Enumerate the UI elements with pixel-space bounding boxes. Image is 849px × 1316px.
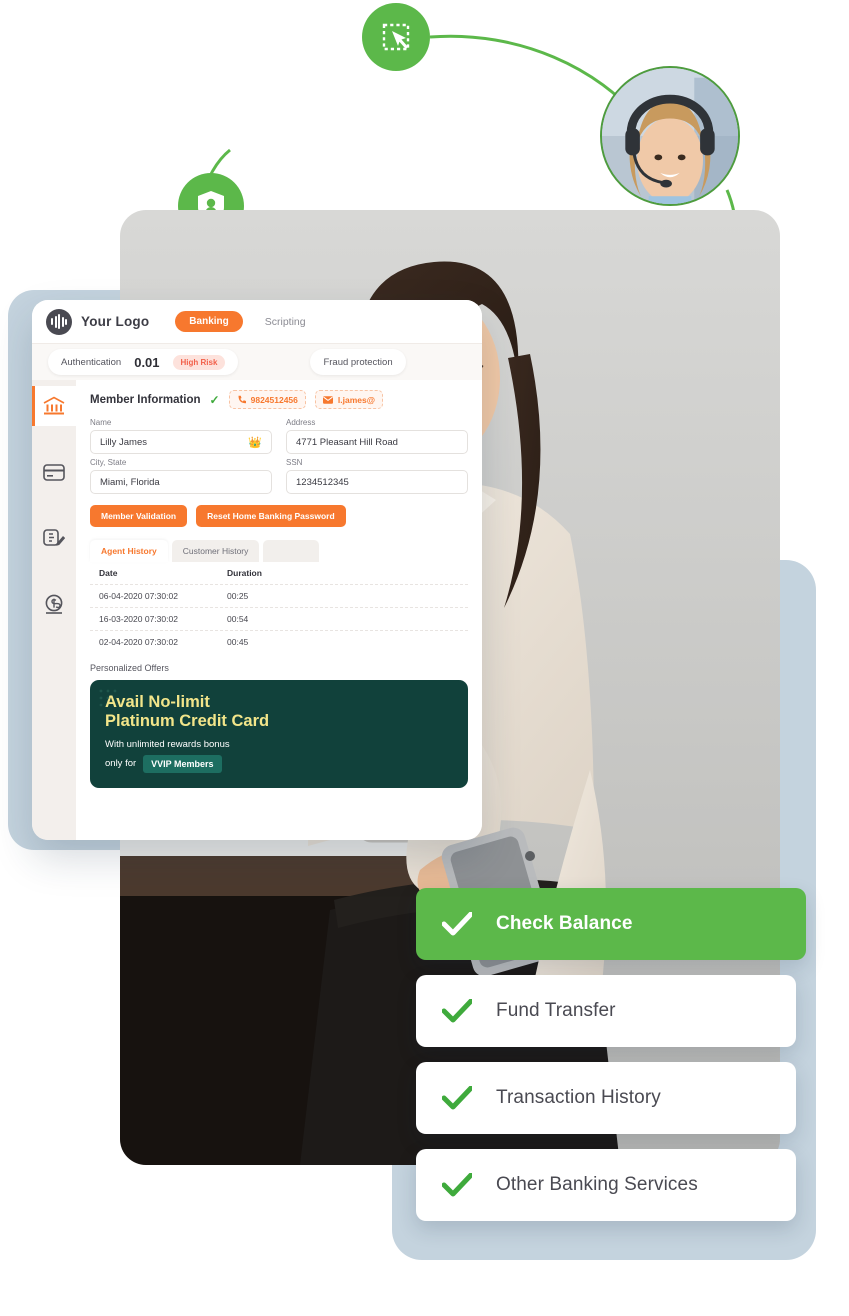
field-address-value: 4771 Pleasant Hill Road xyxy=(296,436,398,448)
service-cards: Check Balance Fund Transfer Transaction … xyxy=(416,888,806,1236)
agent-avatar-image xyxy=(602,68,738,204)
field-address-label: Address xyxy=(286,418,316,427)
service-card-label: Other Banking Services xyxy=(496,1174,698,1195)
field-ssn-label: SSN xyxy=(286,458,303,467)
member-phone-chip[interactable]: 9824512456 xyxy=(228,390,306,409)
offer-eligibility: only for VVIP Members xyxy=(105,754,453,773)
field-city-state-label: City, State xyxy=(90,458,127,467)
fraud-protection-label: Fraud protection xyxy=(323,356,393,368)
authentication-label: Authentication xyxy=(61,356,122,368)
authentication-pill: Authentication 0.01 High Risk xyxy=(48,349,239,375)
sidebar-item-payments[interactable] xyxy=(32,584,76,624)
field-city-state-value: Miami, Florida xyxy=(100,476,160,488)
status-bar: Authentication 0.01 High Risk Fraud prot… xyxy=(32,344,482,380)
field-address: Address 4771 Pleasant Hill Road xyxy=(286,418,468,454)
agent-avatar xyxy=(600,66,740,206)
ssn-input[interactable]: 1234512345 xyxy=(286,470,468,494)
sidebar-item-bank[interactable] xyxy=(32,386,76,426)
table-row: 06-04-2020 07:30:02 00:25 xyxy=(90,584,468,607)
dashboard-nav: Banking Scripting xyxy=(175,311,306,332)
logo-text: Your Logo xyxy=(81,314,150,329)
click-select-node xyxy=(362,3,430,71)
address-input[interactable]: 4771 Pleasant Hill Road xyxy=(286,430,468,454)
history-tabs: Agent History Customer History xyxy=(90,540,468,562)
invoice-edit-icon xyxy=(43,529,65,546)
service-card-fund-transfer[interactable]: Fund Transfer xyxy=(416,975,796,1047)
service-card-label: Transaction History xyxy=(496,1087,661,1108)
offer-only-for: only for xyxy=(105,758,137,770)
table-row: 02-04-2020 07:30:02 00:45 xyxy=(90,630,468,653)
service-card-check-balance[interactable]: Check Balance xyxy=(416,888,806,960)
nav-tab-banking[interactable]: Banking xyxy=(175,311,243,332)
service-card-transaction-history[interactable]: Transaction History xyxy=(416,1062,796,1134)
cell-date: 02-04-2020 07:30:02 xyxy=(99,637,178,647)
cell-duration: 00:45 xyxy=(227,637,249,647)
offer-banner[interactable]: Avail No-limit Platinum Credit Card With… xyxy=(90,680,468,788)
column-date: Date xyxy=(99,568,118,578)
table-header-row: Date Duration xyxy=(90,562,468,584)
column-duration: Duration xyxy=(227,568,262,578)
member-fields: Name Lilly James 👑 Address 4771 Pleasant… xyxy=(90,418,468,494)
reset-password-button[interactable]: Reset Home Banking Password xyxy=(196,505,346,527)
field-ssn: SSN 1234512345 xyxy=(286,458,468,494)
service-card-other-banking-services[interactable]: Other Banking Services xyxy=(416,1149,796,1221)
tab-customer-history[interactable]: Customer History xyxy=(171,540,260,562)
cell-duration: 00:25 xyxy=(227,591,249,601)
page-root: Your Logo Banking Scripting Authenticati… xyxy=(0,0,849,1316)
member-email-value: l.james@ xyxy=(337,394,376,405)
check-icon: ✓ xyxy=(209,392,220,407)
offer-subtitle: With unlimited rewards bonus xyxy=(105,738,230,750)
dashboard-body: Member Information ✓ 9824512456 l.james@… xyxy=(32,380,482,840)
cell-date: 16-03-2020 07:30:02 xyxy=(99,614,178,624)
field-city-state: City, State Miami, Florida xyxy=(90,458,272,494)
dots-decoration-icon xyxy=(99,689,117,707)
vvip-members-tag: VVIP Members xyxy=(143,754,222,773)
sidebar-item-invoice[interactable] xyxy=(32,518,76,558)
banking-dashboard-card: Your Logo Banking Scripting Authenticati… xyxy=(32,300,482,840)
check-icon xyxy=(442,912,472,936)
member-actions: Member Validation Reset Home Banking Pas… xyxy=(90,505,468,527)
offer-title-line1: Avail No-limit xyxy=(105,693,210,711)
fraud-protection-pill: Fraud protection xyxy=(310,349,406,375)
member-info-title: Member Information xyxy=(90,393,201,406)
risk-badge: High Risk xyxy=(172,354,226,370)
dashboard-header: Your Logo Banking Scripting xyxy=(32,300,482,344)
check-icon xyxy=(442,1173,472,1197)
tab-hidden[interactable] xyxy=(263,540,320,562)
service-card-label: Check Balance xyxy=(496,913,633,934)
tab-agent-history[interactable]: Agent History xyxy=(90,540,168,562)
dollar-coin-icon xyxy=(45,594,63,614)
member-phone-value: 9824512456 xyxy=(250,394,298,405)
table-row: 16-03-2020 07:30:02 00:54 xyxy=(90,607,468,630)
member-info-header: Member Information ✓ 9824512456 l.james@ xyxy=(90,390,468,409)
bank-icon xyxy=(43,396,65,415)
credit-card-icon xyxy=(43,463,65,481)
field-name: Name Lilly James 👑 xyxy=(90,418,272,454)
field-ssn-value: 1234512345 xyxy=(296,476,349,488)
history-table: Date Duration 06-04-2020 07:30:02 00:25 … xyxy=(90,562,468,653)
dashboard-content: Member Information ✓ 9824512456 l.james@… xyxy=(76,380,482,840)
check-icon xyxy=(442,999,472,1023)
city-state-input[interactable]: Miami, Florida xyxy=(90,470,272,494)
service-card-label: Fund Transfer xyxy=(496,1000,616,1021)
authentication-value: 0.01 xyxy=(134,354,160,370)
soundwave-logo-icon xyxy=(46,308,72,335)
nav-tab-scripting[interactable]: Scripting xyxy=(265,316,306,328)
member-validation-button[interactable]: Member Validation xyxy=(90,505,188,527)
field-name-label: Name xyxy=(90,418,112,427)
member-email-chip[interactable]: l.james@ xyxy=(314,390,384,409)
cell-duration: 00:54 xyxy=(227,614,249,624)
cell-date: 06-04-2020 07:30:02 xyxy=(99,591,178,601)
field-name-value: Lilly James xyxy=(100,436,147,448)
crown-icon: 👑 xyxy=(248,436,262,449)
phone-icon xyxy=(238,395,246,404)
name-input[interactable]: Lilly James 👑 xyxy=(90,430,272,454)
dashboard-sidebar xyxy=(32,380,76,840)
personalized-offers-label: Personalized Offers xyxy=(90,663,169,673)
mail-icon xyxy=(322,395,333,404)
sidebar-item-cards[interactable] xyxy=(32,452,76,492)
offer-title-line2: Platinum Credit Card xyxy=(105,712,270,731)
check-icon xyxy=(442,1086,472,1110)
click-select-icon xyxy=(382,23,410,51)
